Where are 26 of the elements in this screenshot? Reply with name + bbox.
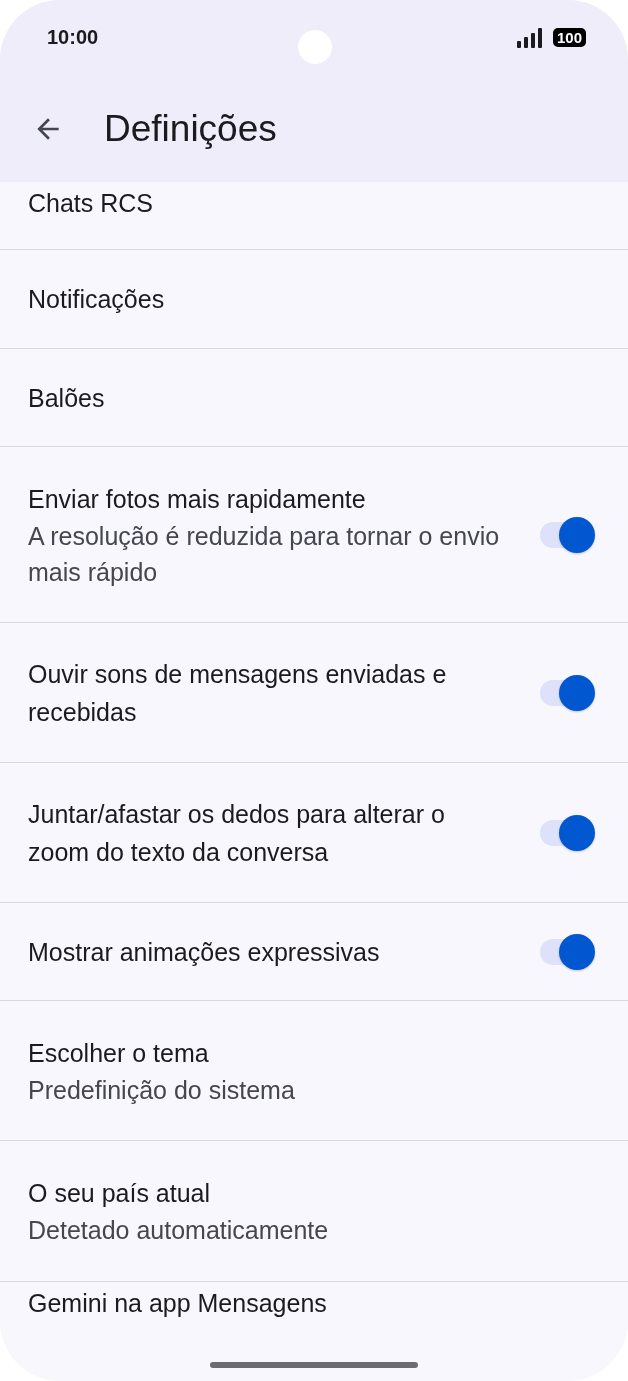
settings-row[interactable]: Chats RCS xyxy=(0,182,628,250)
page-title: Definições xyxy=(104,107,277,150)
setting-title: Gemini na app Mensagens xyxy=(28,1288,327,1319)
setting-subtitle: Detetado automaticamente xyxy=(28,1215,329,1246)
setting-subtitle: Predefinição do sistema xyxy=(28,1074,295,1106)
setting-subtitle: A resolução é reduzida para tornar o envio mais rápido xyxy=(28,520,501,588)
setting-title: Balões xyxy=(28,382,105,414)
settings-row[interactable]: Juntar/afastar os dedos para alterar o zoom do texto da conversa xyxy=(0,763,628,903)
settings-row[interactable]: Notificações xyxy=(0,250,628,349)
settings-row[interactable]: Mostrar animações expressivas xyxy=(0,903,628,1001)
settings-row[interactable]: Escolher o tema Predefinição do sistema xyxy=(0,1001,628,1141)
battery-level: 100 xyxy=(552,28,586,47)
settings-row[interactable]: Ouvir sons de mensagens enviadas e recebidas xyxy=(0,623,628,763)
setting-title: Chats RCS xyxy=(28,188,154,219)
setting-title: Ouvir sons de mensagens enviadas e recebidas xyxy=(28,658,448,728)
setting-title: Juntar/afastar os dedos para alterar o zoom do texto da conversa xyxy=(28,798,446,868)
status-time: 10:00 xyxy=(47,26,99,49)
settings-row[interactable]: Balões xyxy=(0,349,628,447)
setting-title: Mostrar animações expressivas xyxy=(28,936,380,968)
setting-title: Escolher o tema xyxy=(28,1037,210,1069)
setting-title: O seu país atual xyxy=(28,1178,212,1209)
signal-icon xyxy=(516,27,545,48)
setting-title: Notificações xyxy=(28,284,165,315)
setting-title: Enviar fotos mais rapidamente xyxy=(28,483,367,515)
settings-row[interactable]: O seu país atual Detetado automaticamente xyxy=(0,1141,628,1282)
settings-row[interactable]: Enviar fotos mais rapidamente A resolução é reduzida para tornar o envio mais rápido xyxy=(0,447,628,623)
